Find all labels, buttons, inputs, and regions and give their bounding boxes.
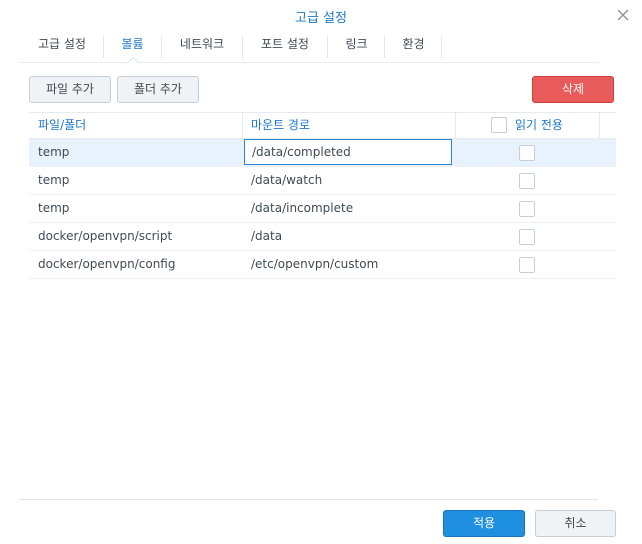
table-row[interactable]: docker/openvpn/config /etc/openvpn/custo… — [29, 251, 616, 279]
tab-label: 네트워크 — [179, 37, 225, 51]
mount-path-cell[interactable]: /data/watch — [251, 167, 322, 194]
column-divider — [242, 113, 243, 138]
read-only-select-all-checkbox[interactable] — [491, 117, 507, 133]
table-row[interactable]: docker/openvpn/script /data — [29, 223, 616, 251]
tab-network[interactable]: 네트워크 — [162, 32, 242, 62]
file-folder-cell: temp — [38, 201, 70, 215]
mount-path-cell[interactable]: /data/incomplete — [251, 195, 353, 222]
mount-path-cell[interactable]: /data — [251, 223, 282, 250]
mount-path-cell[interactable]: /etc/openvpn/custom — [251, 251, 378, 278]
delete-button[interactable]: 삭제 — [532, 76, 614, 103]
column-header-read-only: 읽기 전용 — [515, 118, 563, 132]
tab-label: 링크 — [345, 37, 368, 51]
tab-links[interactable]: 링크 — [328, 32, 385, 62]
file-folder-cell: temp — [38, 145, 70, 159]
tab-environment[interactable]: 환경 — [385, 32, 442, 62]
title-bar: 고급 설정 — [0, 0, 642, 32]
read-only-checkbox[interactable] — [519, 145, 535, 161]
apply-button[interactable]: 적용 — [443, 510, 525, 537]
column-header-file-folder[interactable]: 파일/폴더 — [38, 113, 86, 138]
column-divider — [455, 113, 456, 138]
tab-divider — [441, 36, 442, 58]
read-only-checkbox[interactable] — [519, 201, 535, 217]
column-divider — [599, 113, 600, 138]
tab-bar: 고급 설정 볼륨 네트워크 포트 설정 링크 환경 — [19, 32, 598, 63]
close-icon[interactable] — [616, 7, 630, 21]
table-row[interactable]: temp /data/incomplete — [29, 195, 616, 223]
dialog-title: 고급 설정 — [295, 11, 347, 26]
column-header-mount-path[interactable]: 마운트 경로 — [251, 113, 310, 138]
grid-header: 파일/폴더 마운트 경로 읽기 전용 — [29, 112, 616, 139]
mount-path-editor-input[interactable]: /data/completed — [244, 139, 452, 165]
table-row[interactable]: temp /data/completed — [29, 139, 616, 167]
file-folder-cell: docker/openvpn/script — [38, 229, 173, 243]
read-only-checkbox[interactable] — [519, 173, 535, 189]
tab-port-settings[interactable]: 포트 설정 — [243, 32, 327, 62]
cancel-button[interactable]: 취소 — [535, 510, 616, 537]
file-folder-cell: temp — [38, 173, 70, 187]
footer-divider — [19, 499, 598, 500]
table-row[interactable]: temp /data/watch — [29, 167, 616, 195]
tab-label: 볼륨 — [121, 37, 144, 51]
tab-volume[interactable]: 볼륨 — [104, 32, 161, 63]
add-folder-button[interactable]: 폴더 추가 — [117, 76, 199, 103]
tab-label: 포트 설정 — [261, 37, 309, 51]
file-folder-cell: docker/openvpn/config — [38, 257, 176, 271]
read-only-checkbox[interactable] — [519, 229, 535, 245]
active-tab-caret — [126, 57, 139, 63]
read-only-checkbox[interactable] — [519, 257, 535, 273]
tab-label: 고급 설정 — [38, 37, 86, 51]
volume-grid: 파일/폴더 마운트 경로 읽기 전용 temp /data/completed … — [29, 112, 616, 279]
add-file-button[interactable]: 파일 추가 — [29, 76, 111, 103]
tab-advanced-settings[interactable]: 고급 설정 — [19, 32, 105, 62]
tab-label: 환경 — [402, 37, 425, 51]
